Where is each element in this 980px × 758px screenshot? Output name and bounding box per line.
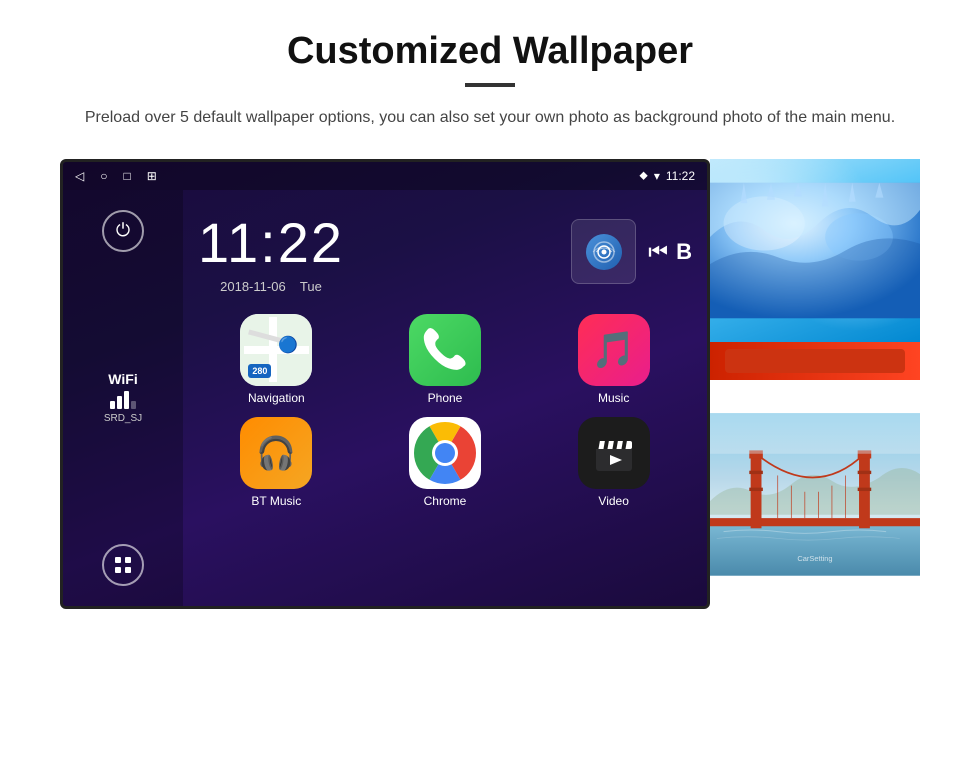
content-row: ◁ ○ □ ⊞ ⬥ ▾ 11:22 ⏻ WiFi <box>60 159 920 609</box>
wifi-label: WiFi <box>108 371 137 387</box>
btmusic-label: BT Music <box>251 494 301 508</box>
clock-time: 11:22 <box>198 210 344 275</box>
back-icon[interactable]: ◁ <box>75 169 84 183</box>
prev-track-icon[interactable]: ⏮ <box>648 239 668 265</box>
page-subtitle: Preload over 5 default wallpaper options… <box>60 105 920 131</box>
media-controls: ⏮ B <box>648 239 692 265</box>
wifi-icon: ▾ <box>654 169 660 183</box>
page-wrapper: Customized Wallpaper Preload over 5 defa… <box>0 0 980 629</box>
wifi-widget: WiFi SRD_SJ <box>104 371 142 424</box>
cast-icon <box>586 234 622 270</box>
clock-date-value: 2018-11-06 <box>220 279 286 294</box>
wallpaper-red-item[interactable] <box>710 342 920 380</box>
wallpaper-ice[interactable] <box>710 159 920 342</box>
wifi-bar-4 <box>131 401 136 409</box>
wallpaper-bridge[interactable]: CarSetting <box>710 380 920 609</box>
grid-icon <box>113 555 133 575</box>
power-button[interactable]: ⏻ <box>102 210 144 252</box>
status-bar: ◁ ○ □ ⊞ ⬥ ▾ 11:22 <box>63 162 707 190</box>
android-screen: ◁ ○ □ ⊞ ⬥ ▾ 11:22 ⏻ WiFi <box>60 159 710 609</box>
app-chrome[interactable]: Chrome <box>367 417 524 508</box>
wallpapers-column: CarSetting <box>710 159 920 609</box>
music-label: Music <box>598 391 629 405</box>
app-video[interactable]: Video <box>535 417 692 508</box>
location-icon: ⬥ <box>639 168 647 183</box>
wifi-bar-2 <box>117 396 122 409</box>
ice-texture <box>710 159 920 342</box>
video-icon <box>578 417 650 489</box>
apps-grid: 280 🔵 Navigation 📞 Phone <box>198 314 692 508</box>
red-bar <box>725 349 905 373</box>
recents-icon[interactable]: □ <box>123 169 130 183</box>
clock-date: 2018-11-06 Tue <box>220 279 322 294</box>
music-icon: 🎵 <box>578 314 650 386</box>
map-badge: 280 <box>248 364 271 378</box>
bridge-svg: CarSetting <box>710 380 920 609</box>
status-nav-icons: ◁ ○ □ ⊞ <box>75 169 157 183</box>
clock-widget: 11:22 2018-11-06 Tue <box>198 210 344 294</box>
navigation-icon: 280 🔵 <box>240 314 312 386</box>
page-title: Customized Wallpaper <box>60 30 920 73</box>
navigation-label: Navigation <box>248 391 305 405</box>
app-btmusic[interactable]: 🎧 BT Music <box>198 417 355 508</box>
ice-svg <box>710 159 920 342</box>
svg-text:CarSetting: CarSetting <box>797 554 832 563</box>
clock-status: 11:22 <box>666 169 695 183</box>
phone-label: Phone <box>428 391 463 405</box>
next-letter-icon: B <box>676 239 692 265</box>
power-icon: ⏻ <box>116 220 130 241</box>
chrome-label: Chrome <box>424 494 467 508</box>
app-phone[interactable]: 📞 Phone <box>367 314 524 405</box>
video-clapper-icon <box>590 429 638 477</box>
status-system-icons: ⬥ ▾ 11:22 <box>639 168 695 183</box>
phone-icon: 📞 <box>409 314 481 386</box>
all-apps-button[interactable] <box>102 544 144 586</box>
widget-area: ⏮ B <box>571 219 692 284</box>
title-divider <box>465 83 515 87</box>
clock-section: 11:22 2018-11-06 Tue <box>198 200 692 309</box>
clock-day-value: Tue <box>300 279 322 294</box>
main-area: 11:22 2018-11-06 Tue <box>183 190 707 606</box>
cast-icon-svg <box>590 238 618 266</box>
chrome-icon-svg <box>414 422 476 484</box>
wifi-bars <box>110 391 136 409</box>
screenshot-icon[interactable]: ⊞ <box>147 169 157 183</box>
app-navigation[interactable]: 280 🔵 Navigation <box>198 314 355 405</box>
sidebar: ⏻ WiFi SRD_SJ <box>63 190 183 606</box>
wifi-bar-1 <box>110 401 115 409</box>
cast-widget[interactable] <box>571 219 636 284</box>
app-music[interactable]: 🎵 Music <box>535 314 692 405</box>
video-label: Video <box>598 494 628 508</box>
chrome-icon <box>409 417 481 489</box>
wifi-bar-3 <box>124 391 129 409</box>
map-pin: 🔵 <box>278 335 298 355</box>
wifi-ssid: SRD_SJ <box>104 413 142 424</box>
btmusic-icon: 🎧 <box>240 417 312 489</box>
home-icon[interactable]: ○ <box>100 169 107 183</box>
